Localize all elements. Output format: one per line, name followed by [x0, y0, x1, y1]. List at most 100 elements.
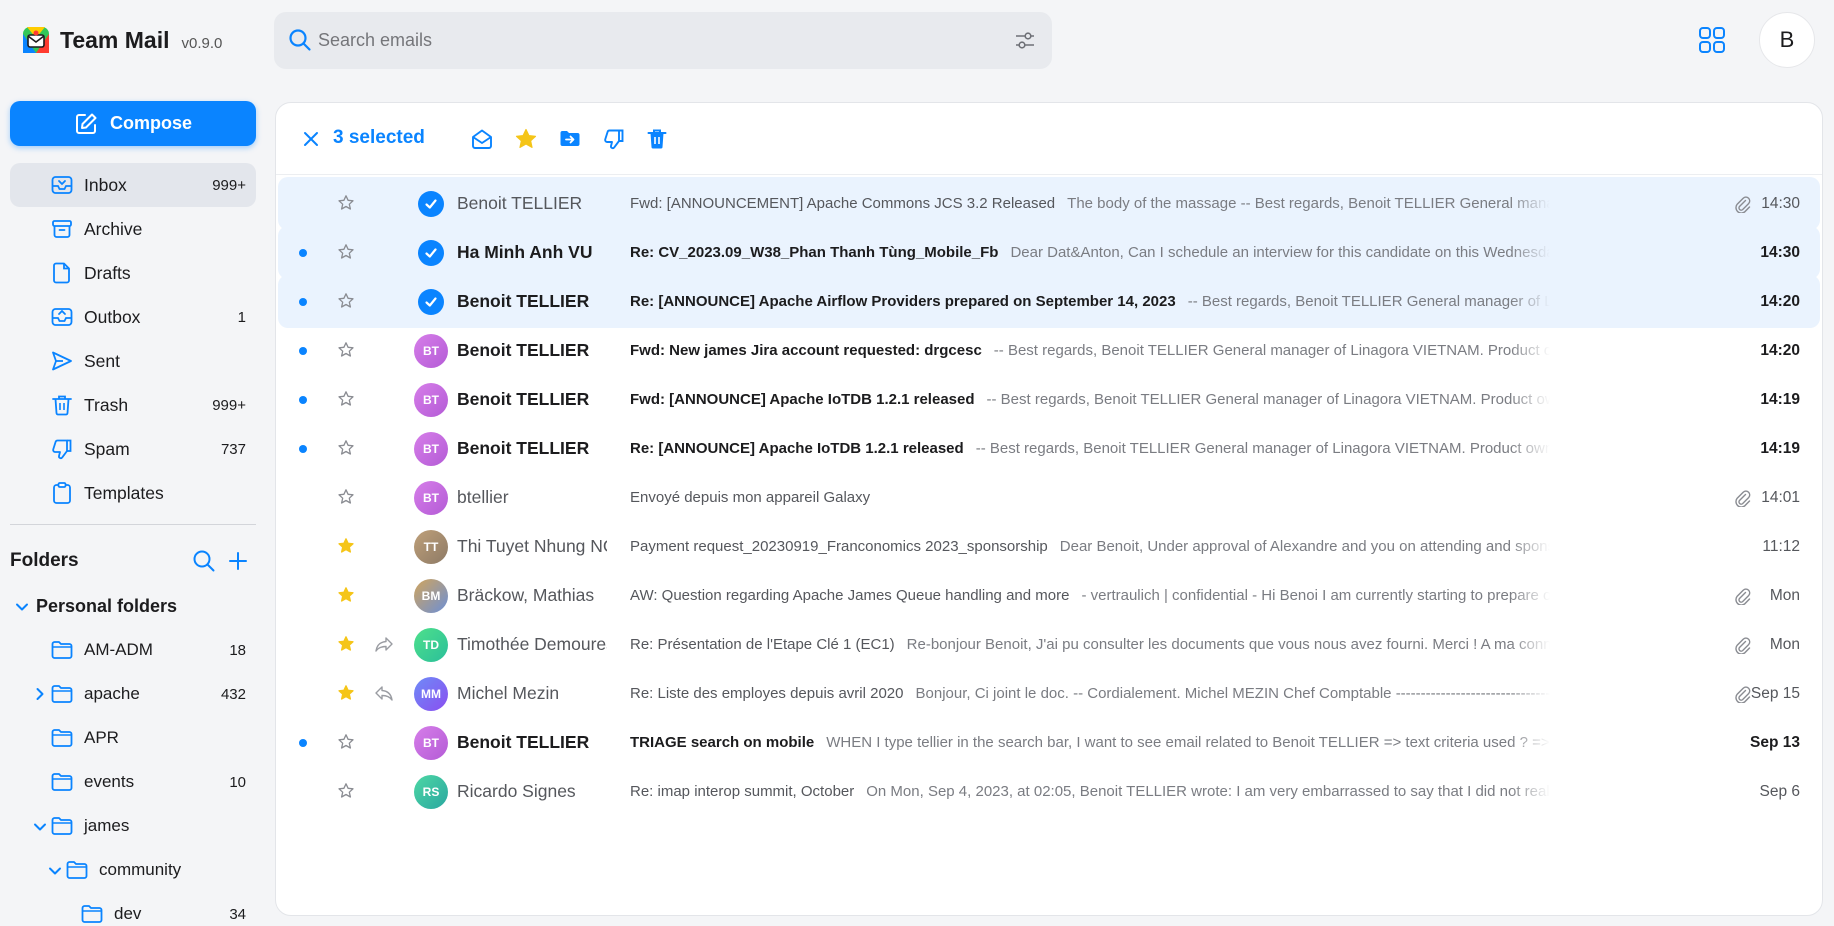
chevron-down-icon[interactable] — [32, 819, 48, 835]
email-row[interactable]: BT btellier Envoyé depuis mon appareil Gal… — [278, 471, 1820, 524]
nav-item-spam[interactable]: Spam 737 — [10, 427, 256, 471]
chevron-right-icon[interactable] — [32, 686, 48, 702]
star-outline-icon[interactable] — [337, 439, 355, 457]
nav-item-trash[interactable]: Trash 999+ — [10, 383, 256, 427]
selected-checkmark-icon[interactable] — [418, 289, 444, 315]
email-row[interactable]: BT Benoit TELLIER Fwd: New james Jira acco… — [278, 324, 1820, 377]
sender-name: Benoit TELLIER — [457, 389, 590, 409]
nav-item-archive[interactable]: Archive — [10, 207, 256, 251]
sender-name: btellier — [457, 487, 509, 507]
sender-avatar[interactable]: BT — [414, 481, 448, 515]
folder-item-dev[interactable]: dev 34 — [10, 892, 256, 926]
compose-button[interactable]: Compose — [10, 101, 256, 146]
email-summary: Envoyé depuis mon appareil Galaxy — [630, 489, 1550, 506]
brand[interactable]: Team Mail v0.9.0 — [22, 26, 222, 54]
sender-avatar[interactable]: TD — [414, 628, 448, 662]
sender-avatar[interactable]: BT — [414, 334, 448, 368]
star-outline-icon[interactable] — [337, 782, 355, 800]
folder-item-am-adm[interactable]: AM-ADM 18 — [10, 628, 256, 672]
delete-icon[interactable] — [645, 127, 669, 151]
mailbox-nav: Inbox 999+ Archive Drafts Outbox 1 Sent … — [10, 163, 256, 515]
email-row[interactable]: Benoit TELLIER Fwd: [ANNOUNCEMENT] Apache… — [278, 177, 1820, 230]
clear-selection-icon[interactable] — [302, 130, 320, 148]
replied-all-icon — [375, 686, 393, 701]
email-row[interactable]: RS Ricardo Signes Re: imap interop summit,… — [278, 765, 1820, 818]
folder-count: 34 — [229, 905, 246, 923]
sender-avatar[interactable]: BT — [414, 383, 448, 417]
email-row[interactable]: MM Michel Mezin Re: Liste des employes dep… — [278, 667, 1820, 720]
search-folders-icon[interactable] — [192, 549, 216, 573]
attachment-icon — [1735, 588, 1751, 605]
nav-item-sent[interactable]: Sent — [10, 339, 256, 383]
apps-grid-icon[interactable] — [1698, 26, 1726, 54]
unread-indicator — [299, 249, 307, 257]
folder-item-community[interactable]: community — [10, 848, 256, 892]
text-fade — [1510, 579, 1550, 613]
star-outline-icon[interactable] — [337, 194, 355, 212]
sender-avatar[interactable]: BM — [414, 579, 448, 613]
sender-avatar[interactable]: MM — [414, 677, 448, 711]
nav-label: Templates — [84, 482, 164, 503]
email-list-panel: 3 selected Benoit TELLIER Fwd: [ANNOUNCEM… — [275, 102, 1823, 916]
email-row[interactable]: BT Benoit TELLIER Fwd: [ANNOUNCE] Apache I… — [278, 373, 1820, 426]
email-row[interactable]: TT Thi Tuyet Nhung NGHIEM Payment request_… — [278, 520, 1820, 573]
mark-as-read-icon[interactable] — [470, 127, 494, 151]
sender-avatar[interactable]: RS — [414, 775, 448, 809]
nav-label: Trash — [84, 394, 129, 415]
star-filled-icon[interactable] — [337, 586, 355, 604]
app-name: Team Mail — [60, 26, 170, 53]
star-outline-icon[interactable] — [337, 292, 355, 310]
nav-item-templates[interactable]: Templates — [10, 471, 256, 515]
email-preview: WHEN I type tellier in the search bar, I… — [826, 734, 1550, 751]
search-icon[interactable] — [288, 28, 312, 52]
nav-item-inbox[interactable]: Inbox 999+ — [10, 163, 256, 207]
text-fade — [1510, 285, 1550, 319]
personal-folders-toggle[interactable]: Personal folders — [10, 584, 256, 628]
star-outline-icon[interactable] — [337, 488, 355, 506]
search-bar[interactable] — [274, 12, 1052, 69]
archive-icon — [52, 220, 72, 238]
selected-checkmark-icon[interactable] — [418, 240, 444, 266]
email-time: Mon — [1769, 636, 1800, 653]
forwarded-icon — [375, 637, 393, 652]
user-avatar[interactable]: B — [1759, 12, 1815, 68]
email-row[interactable]: BT Benoit TELLIER Re: [ANNOUNCE] Apache Io… — [278, 422, 1820, 475]
star-filled-icon[interactable] — [337, 537, 355, 555]
move-to-folder-icon[interactable] — [558, 127, 582, 151]
email-row[interactable]: Ha Minh Anh VU Re: CV_2023.09_W38_Phan Th… — [278, 226, 1820, 279]
email-row[interactable]: TD Timothée Demoures - Octo Re: Présentati… — [278, 618, 1820, 671]
star-outline-icon[interactable] — [337, 341, 355, 359]
star-filled-icon[interactable] — [337, 684, 355, 702]
email-row[interactable]: BM Bräckow, Mathias AW: Question regarding… — [278, 569, 1820, 622]
sender-avatar[interactable]: BT — [414, 726, 448, 760]
folder-tree: Personal folders AM-ADM 18 apache 432 AP… — [10, 584, 256, 926]
chevron-down-icon[interactable] — [47, 863, 63, 879]
star-outline-icon[interactable] — [337, 243, 355, 261]
star-icon[interactable] — [514, 127, 538, 151]
email-row[interactable]: Benoit TELLIER Re: [ANNOUNCE] Apache Airf… — [278, 275, 1820, 328]
nav-label: Spam — [84, 438, 130, 459]
templates-icon — [53, 482, 71, 504]
email-row[interactable]: BT Benoit TELLIER TRIAGE search on mobile W… — [278, 716, 1820, 769]
unread-indicator — [299, 445, 307, 453]
add-folder-icon[interactable] — [226, 549, 250, 573]
folder-item-james[interactable]: james — [10, 804, 256, 848]
sender-avatar[interactable]: BT — [414, 432, 448, 466]
folder-item-apache[interactable]: apache 432 — [10, 672, 256, 716]
star-outline-icon[interactable] — [337, 733, 355, 751]
search-input[interactable] — [318, 12, 958, 69]
selected-checkmark-icon[interactable] — [418, 191, 444, 217]
email-summary: Re: CV_2023.09_W38_Phan Thanh Tùng_Mobil… — [630, 244, 1550, 261]
folder-label: apache — [84, 684, 140, 703]
star-filled-icon[interactable] — [337, 635, 355, 653]
folder-item-events[interactable]: events 10 — [10, 760, 256, 804]
filter-options-icon[interactable] — [1014, 30, 1036, 52]
folder-item-apr[interactable]: APR — [10, 716, 256, 760]
chevron-down-icon[interactable] — [14, 599, 30, 615]
nav-item-outbox[interactable]: Outbox 1 — [10, 295, 256, 339]
nav-item-drafts[interactable]: Drafts — [10, 251, 256, 295]
email-summary: Re: [ANNOUNCE] Apache IoTDB 1.2.1 releas… — [630, 440, 1550, 457]
star-outline-icon[interactable] — [337, 390, 355, 408]
mark-as-spam-icon[interactable] — [602, 127, 626, 151]
sender-avatar[interactable]: TT — [414, 530, 448, 564]
